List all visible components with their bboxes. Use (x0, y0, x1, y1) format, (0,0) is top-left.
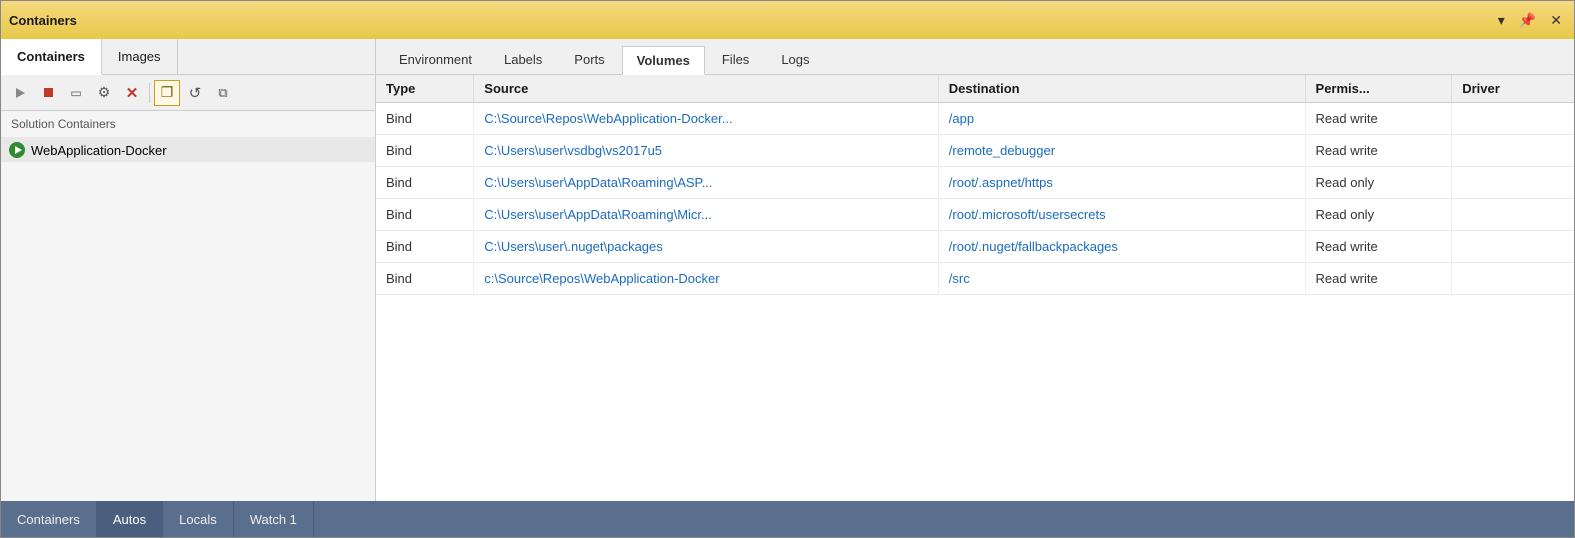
col-permissions: Permis... (1305, 75, 1452, 103)
copy-button[interactable]: ❐ (154, 80, 180, 106)
copy2-icon: ⧉ (218, 85, 227, 101)
cell-destination: /root/.microsoft/usersecrets (938, 199, 1305, 231)
pin-button[interactable]: 📌 (1515, 10, 1540, 31)
cell-destination: /src (938, 263, 1305, 295)
stop-icon (44, 88, 53, 97)
cell-driver (1452, 135, 1574, 167)
copy2-button[interactable]: ⧉ (210, 80, 236, 106)
table-header-row: Type Source Destination Permis... Driver (376, 75, 1574, 103)
play-button[interactable] (7, 80, 33, 106)
cell-source: C:\Users\user\vsdbg\vs2017u5 (474, 135, 939, 167)
right-panel: Environment Labels Ports Volumes Files L… (376, 39, 1574, 501)
separator-1 (149, 83, 150, 103)
terminal-icon: ▭ (70, 86, 81, 100)
left-panel: Containers Images ▭ ⚙ (1, 39, 376, 501)
cell-source: C:\Users\user\.nuget\packages (474, 231, 939, 263)
table-row[interactable]: BindC:\Users\user\AppData\Roaming\Micr..… (376, 199, 1574, 231)
dropdown-button[interactable]: ▾ (1494, 10, 1509, 31)
cell-permissions: Read write (1305, 263, 1452, 295)
cell-type: Bind (376, 199, 474, 231)
table-row[interactable]: Bindc:\Source\Repos\WebApplication-Docke… (376, 263, 1574, 295)
cell-driver (1452, 167, 1574, 199)
container-name: WebApplication-Docker (31, 143, 167, 158)
cell-permissions: Read only (1305, 199, 1452, 231)
cell-type: Bind (376, 167, 474, 199)
cell-source: C:\Users\user\AppData\Roaming\ASP... (474, 167, 939, 199)
tab-images[interactable]: Images (102, 39, 178, 74)
col-type: Type (376, 75, 474, 103)
status-bar: Containers Autos Locals Watch 1 (1, 501, 1574, 537)
cell-driver (1452, 199, 1574, 231)
status-tab-autos[interactable]: Autos (97, 501, 163, 537)
cell-permissions: Read write (1305, 231, 1452, 263)
cell-type: Bind (376, 231, 474, 263)
left-toolbar: ▭ ⚙ ✕ ❐ ↺ ⧉ (1, 75, 375, 111)
tab-environment[interactable]: Environment (384, 45, 487, 74)
cell-type: Bind (376, 263, 474, 295)
cell-permissions: Read write (1305, 135, 1452, 167)
container-item[interactable]: WebApplication-Docker (1, 138, 375, 162)
cell-source: C:\Users\user\AppData\Roaming\Micr... (474, 199, 939, 231)
table-row[interactable]: BindC:\Users\user\vsdbg\vs2017u5/remote_… (376, 135, 1574, 167)
tab-containers[interactable]: Containers (1, 39, 102, 75)
title-bar-controls: ▾ 📌 ✕ (1494, 10, 1566, 31)
table-row[interactable]: BindC:\Users\user\.nuget\packages/root/.… (376, 231, 1574, 263)
copy-icon: ❐ (161, 84, 174, 101)
cell-destination: /root/.nuget/fallbackpackages (938, 231, 1305, 263)
main-window: Containers ▾ 📌 ✕ Containers Images (0, 0, 1575, 538)
status-tab-locals[interactable]: Locals (163, 501, 234, 537)
settings-icon: ⚙ (98, 84, 111, 101)
section-label: Solution Containers (1, 111, 375, 138)
cell-destination: /root/.aspnet/https (938, 167, 1305, 199)
main-content: Containers Images ▭ ⚙ (1, 39, 1574, 501)
volumes-table: Type Source Destination Permis... Driver… (376, 75, 1574, 295)
settings-button[interactable]: ⚙ (91, 80, 117, 106)
cell-driver (1452, 103, 1574, 135)
terminal-button[interactable]: ▭ (63, 80, 89, 106)
col-source: Source (474, 75, 939, 103)
tab-ports[interactable]: Ports (559, 45, 619, 74)
tab-volumes[interactable]: Volumes (622, 46, 705, 75)
table-row[interactable]: BindC:\Source\Repos\WebApplication-Docke… (376, 103, 1574, 135)
tab-files[interactable]: Files (707, 45, 764, 74)
delete-icon: ✕ (126, 84, 139, 102)
table-row[interactable]: BindC:\Users\user\AppData\Roaming\ASP...… (376, 167, 1574, 199)
top-tabs: Containers Images (1, 39, 375, 75)
close-button[interactable]: ✕ (1546, 10, 1566, 31)
play-icon (16, 88, 25, 98)
right-tabs: Environment Labels Ports Volumes Files L… (376, 39, 1574, 75)
cell-permissions: Read write (1305, 103, 1452, 135)
volumes-table-container: Type Source Destination Permis... Driver… (376, 75, 1574, 501)
run-status-icon (9, 142, 25, 158)
status-tab-containers[interactable]: Containers (1, 501, 97, 537)
tab-logs[interactable]: Logs (766, 45, 824, 74)
status-tab-watch[interactable]: Watch 1 (234, 501, 314, 537)
cell-type: Bind (376, 135, 474, 167)
col-destination: Destination (938, 75, 1305, 103)
cell-source: C:\Source\Repos\WebApplication-Docker... (474, 103, 939, 135)
refresh-icon: ↺ (189, 84, 202, 102)
window-title: Containers (9, 13, 77, 28)
cell-permissions: Read only (1305, 167, 1452, 199)
cell-destination: /app (938, 103, 1305, 135)
cell-driver (1452, 263, 1574, 295)
tab-labels[interactable]: Labels (489, 45, 557, 74)
title-bar: Containers ▾ 📌 ✕ (1, 1, 1574, 39)
cell-source: c:\Source\Repos\WebApplication-Docker (474, 263, 939, 295)
refresh-button[interactable]: ↺ (182, 80, 208, 106)
col-driver: Driver (1452, 75, 1574, 103)
delete-button[interactable]: ✕ (119, 80, 145, 106)
cell-type: Bind (376, 103, 474, 135)
cell-driver (1452, 231, 1574, 263)
cell-destination: /remote_debugger (938, 135, 1305, 167)
stop-button[interactable] (35, 80, 61, 106)
